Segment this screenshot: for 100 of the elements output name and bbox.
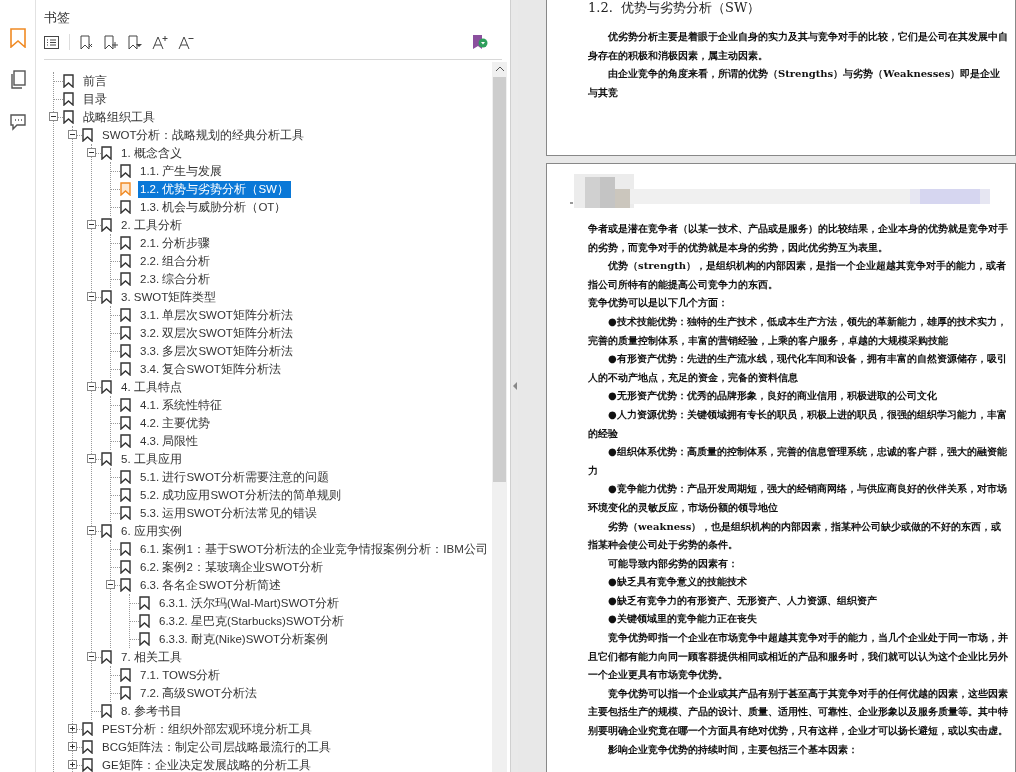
bookmark-icon xyxy=(120,488,131,502)
bookmark-icon xyxy=(101,524,112,538)
bookmark-dropdown-icon[interactable] xyxy=(128,34,142,50)
bookmark-item[interactable]: 3.1. 单层次SWOT矩阵分析法 xyxy=(138,306,295,324)
bookmark-item[interactable]: GE矩阵：企业决定发展战略的分析工具 xyxy=(100,756,313,772)
paragraph: ●人力资源优势：关键领域拥有专长的职员，积极上进的职员，很强的组织学习能力，丰富的经验 xyxy=(588,407,1008,441)
bookmark-item[interactable]: 6.3.3. 耐克(Nike)SWOT分析案例 xyxy=(157,630,331,648)
bookmark-item[interactable]: 7.1. TOWS分析 xyxy=(138,666,223,684)
collapse-toggle[interactable] xyxy=(87,526,96,535)
bookmark-icon xyxy=(139,596,150,610)
bookmark-icon xyxy=(120,668,131,682)
bookmark-icon xyxy=(101,380,112,394)
collapse-toggle[interactable] xyxy=(87,382,96,391)
bookmark-item[interactable]: 5.2. 成功应用SWOT分析法的简单规则 xyxy=(138,486,343,504)
paragraph: ●缺乏有竞争力的有形资产、无形资产、人力资源、组织资产 xyxy=(607,593,878,608)
bookmark-item[interactable]: 战略组织工具 xyxy=(81,108,157,126)
bookmark-item[interactable]: 3. SWOT矩阵类型 xyxy=(119,288,219,306)
bookmark-icon xyxy=(101,146,112,160)
bookmark-item[interactable]: 2.1. 分析步骤 xyxy=(138,234,213,252)
bookmark-delete-icon[interactable] xyxy=(80,34,94,50)
list-icon[interactable] xyxy=(44,35,59,49)
bookmark-icon xyxy=(101,452,112,466)
bookmark-item[interactable]: 6.3.2. 星巴克(Starbucks)SWOT分析 xyxy=(157,612,347,630)
paragraph: 可能导致内部劣势的因素有： xyxy=(607,556,739,571)
collapse-toggle[interactable] xyxy=(87,652,96,661)
bookmark-item[interactable]: 1.2. 优势与劣势分析（SW） xyxy=(138,180,291,198)
bookmark-icon xyxy=(120,362,131,376)
collapse-toggle[interactable] xyxy=(49,112,58,121)
bookmark-icon xyxy=(139,632,150,646)
bookmark-icon xyxy=(120,542,131,556)
bookmark-icon xyxy=(120,200,131,214)
bookmark-icon xyxy=(120,506,131,520)
pages-icon[interactable] xyxy=(8,70,27,90)
paragraph: 竞争优势可以指一个企业或其产品有别于甚至高于其竞争对手的任何优越的因素，这些因素主要包括生产的规模、产品的设计、质量、适用性、可靠性、企业形象以及服务质量等。其中特别要明确企业究竟在哪一个方面具有绝对优势，只有这样，企业才可以扬长避短，或以实击虚。 xyxy=(588,686,1008,739)
bookmark-item[interactable]: 6.3.1. 沃尔玛(Wal-Mart)SWOT分析 xyxy=(157,594,342,612)
bookmark-item[interactable]: 7.2. 高级SWOT分析法 xyxy=(138,684,259,702)
paragraph: 由企业竞争的角度来看，所谓的优势（Strengths）与劣势（Weaknesses）即是企业与其竞 xyxy=(588,67,1002,100)
bookmark-item[interactable]: 1.1. 产生与发展 xyxy=(138,162,225,180)
bookmark-icon xyxy=(120,686,131,700)
expand-toggle[interactable] xyxy=(68,760,77,769)
bookmark-item[interactable]: 2.2. 组合分析 xyxy=(138,252,213,270)
collapse-toggle[interactable] xyxy=(106,580,115,589)
bookmark-item[interactable]: 5.1. 进行SWOT分析需要注意的问题 xyxy=(138,468,331,486)
scroll-up-icon[interactable] xyxy=(495,66,504,71)
bookmark-icon xyxy=(120,164,131,178)
comment-icon[interactable] xyxy=(8,112,27,132)
font-decrease-icon[interactable] xyxy=(178,34,194,50)
bookmark-item[interactable]: 6.3. 各名企SWOT分析简述 xyxy=(138,576,283,594)
bookmark-item[interactable]: 目录 xyxy=(81,90,109,108)
bookmark-item[interactable]: 前言 xyxy=(81,72,109,90)
expand-toggle[interactable] xyxy=(68,724,77,733)
paragraph: ●技术技能优势：独特的生产技术，低成本生产方法，领先的革新能力，雄厚的技术实力，完善的质量控制体系，丰富的营销经验，上乘的客户服务，卓越的大规模采购技能 xyxy=(588,314,1008,348)
bookmark-item[interactable]: 4. 工具特点 xyxy=(119,378,184,396)
bookmark-item[interactable]: 6. 应用实例 xyxy=(119,522,184,540)
paragraph: ●竞争能力优势：产品开发周期短，强大的经销商网络，与供应商良好的伙伴关系，对市场环境变化的灵敏反应，市场份额的领导地位 xyxy=(588,482,1008,515)
bookmark-icon xyxy=(120,272,131,286)
collapse-arrow-icon[interactable] xyxy=(512,382,517,390)
collapse-toggle[interactable] xyxy=(87,148,96,157)
bookmark-item[interactable]: 2.3. 综合分析 xyxy=(138,270,213,288)
bookmark-item[interactable]: 7. 相关工具 xyxy=(119,648,184,666)
bookmark-item[interactable]: 1. 概念含义 xyxy=(119,144,184,162)
bookmark-icon xyxy=(82,740,93,754)
collapse-toggle[interactable] xyxy=(87,292,96,301)
collapse-toggle[interactable] xyxy=(87,220,96,229)
bookmark-item[interactable]: 5. 工具应用 xyxy=(119,450,184,468)
bookmark-item[interactable]: 6.2. 案例2：某玻璃企业SWOT分析 xyxy=(138,558,326,576)
bookmark-icon xyxy=(120,182,131,196)
bookmark-icon xyxy=(101,218,112,232)
bookmark-icon xyxy=(120,236,131,250)
bookmark-item[interactable]: BCG矩阵法：制定公司层战略最流行的工具 xyxy=(100,738,333,756)
collapse-toggle[interactable] xyxy=(68,130,77,139)
bookmark-item[interactable]: 3.2. 双层次SWOT矩阵分析法 xyxy=(138,324,295,342)
paragraph: 争者或是潜在竞争者（以某一技术、产品或是服务）的比较结果，企业本身的优势就是竞争对手的劣势，而竞争对手的优势就是本身的劣势，因此优劣势互为表里。 xyxy=(588,222,1008,255)
bookmark-item[interactable]: 4.3. 局限性 xyxy=(138,432,201,450)
paragraph: 影响企业竞争优势的持续时间，主要包括三个基本因素： xyxy=(607,742,859,757)
bookmark-icon xyxy=(120,434,131,448)
bookmark-item[interactable]: 1.3. 机会与威胁分析（OT） xyxy=(138,198,289,216)
bookmark-item[interactable]: 4.2. 主要优势 xyxy=(138,414,213,432)
bookmark-item[interactable]: 8. 参考书目 xyxy=(119,702,184,720)
bookmark-icon xyxy=(82,128,93,142)
collapse-toggle[interactable] xyxy=(87,454,96,463)
bookmark-item[interactable]: 3.4. 复合SWOT矩阵分析法 xyxy=(138,360,283,378)
bookmark-item[interactable]: 2. 工具分析 xyxy=(119,216,184,234)
bookmark-icon xyxy=(82,758,93,772)
expand-toggle[interactable] xyxy=(68,742,77,751)
bookmark-item[interactable]: 5.3. 运用SWOT分析法常见的错误 xyxy=(138,504,319,522)
bookmark-item[interactable]: 6.1. 案例1：基于SWOT分析法的企业竞争情报案例分析：IBM公司 xyxy=(138,540,490,558)
scrollbar-thumb[interactable] xyxy=(493,77,506,482)
bookmark-add-icon[interactable] xyxy=(104,34,118,50)
paragraph: ●无形资产优势：优秀的品牌形象，良好的商业信用，积极进取的公司文化 xyxy=(607,389,938,404)
bookmark-icon xyxy=(101,290,112,304)
scrollbar[interactable] xyxy=(492,62,507,772)
bookmark-item[interactable]: SWOT分析：战略规划的经典分析工具 xyxy=(100,126,307,144)
flag-icon[interactable] xyxy=(472,34,488,50)
bookmark-item[interactable]: PEST分析：组织外部宏观环境分析工具 xyxy=(100,720,315,738)
panel-title: 书签 xyxy=(44,9,70,27)
font-increase-icon[interactable] xyxy=(152,34,168,50)
bookmark-item[interactable]: 4.1. 系统性特征 xyxy=(138,396,225,414)
paragraph: ●有形资产优势：先进的生产流水线，现代化车间和设备，拥有丰富的自然资源储存，吸引人的不动产地点，充足的资金，完备的资料信息 xyxy=(588,352,1008,385)
bookmark-item[interactable]: 3.3. 多层次SWOT矩阵分析法 xyxy=(138,342,295,360)
